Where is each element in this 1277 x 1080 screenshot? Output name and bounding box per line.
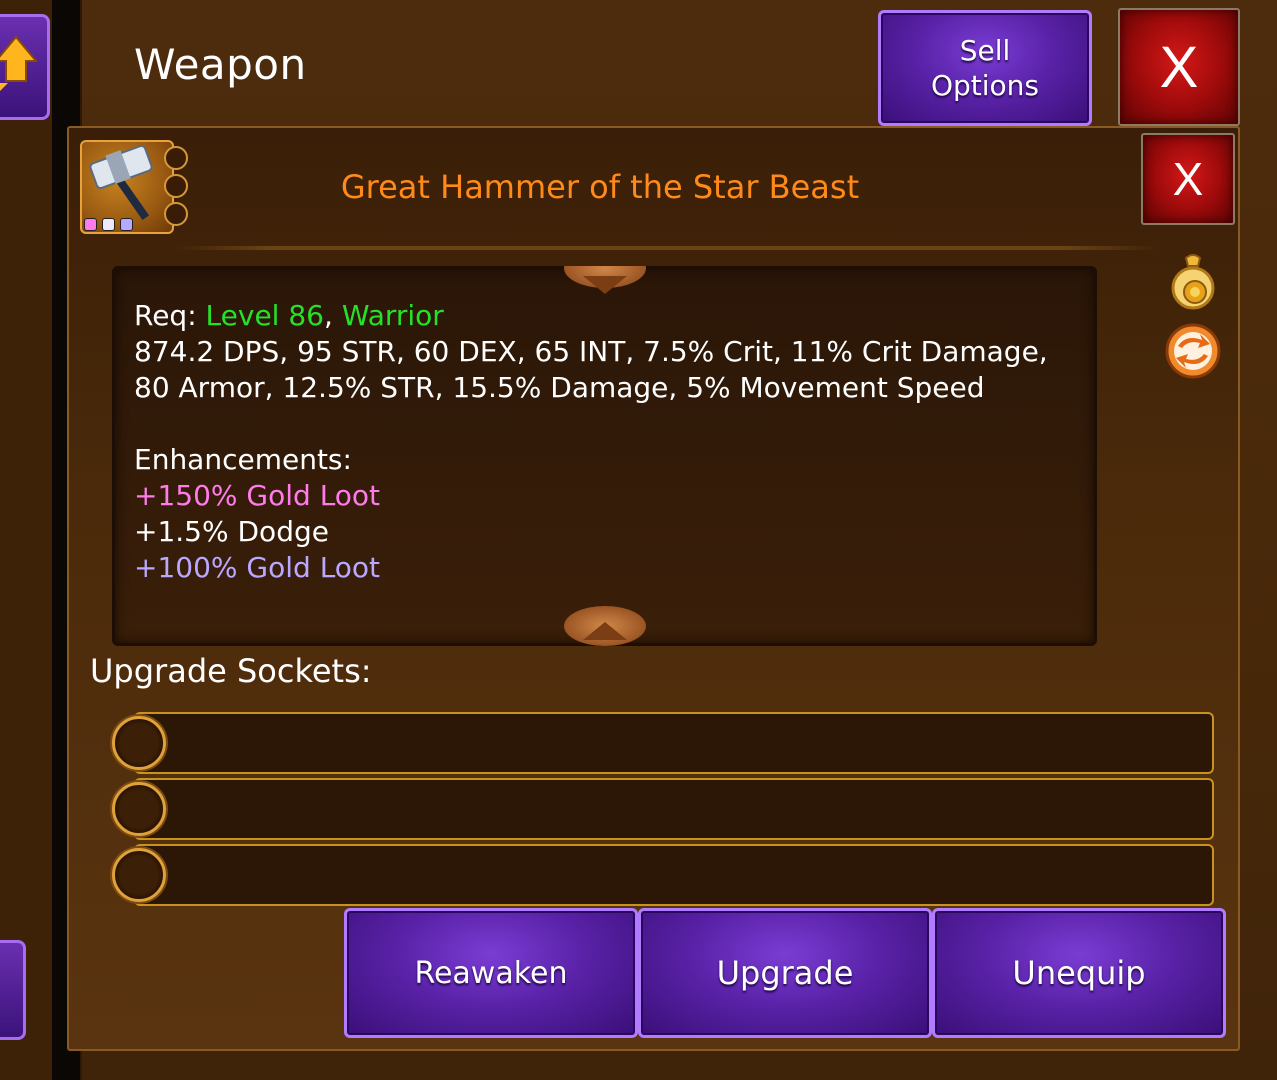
item-stats-text: Req: Level 86, Warrior 874.2 DPS, 95 STR… [134, 298, 1084, 586]
gem-white [102, 218, 115, 231]
req-label: Req: [134, 299, 197, 332]
req-level: Level 86 [205, 299, 324, 332]
socket-slot-1[interactable] [134, 712, 1214, 774]
sidebar-bottom-button[interactable] [0, 940, 26, 1040]
sell-options-button[interactable]: Sell Options [878, 10, 1092, 126]
item-name: Great Hammer of the Star Beast [340, 168, 860, 206]
gold-bag-icon[interactable] [1168, 252, 1218, 312]
upgrade-sockets-title: Upgrade Sockets: [90, 652, 372, 690]
req-sep: , [324, 299, 333, 332]
up-arrow-icon [0, 35, 38, 91]
gem-lavender [120, 218, 133, 231]
swap-icon[interactable] [1164, 322, 1222, 380]
socket-slot-2[interactable] [134, 778, 1214, 840]
scroll-up-arrow-icon [583, 622, 627, 640]
socket-slot-3[interactable] [134, 844, 1214, 906]
enhancement-2: +1.5% Dodge [134, 515, 329, 548]
sell-options-label: Sell Options [930, 34, 1040, 102]
socket-icon-2 [112, 782, 166, 836]
enhancement-3: +100% Gold Loot [134, 551, 381, 584]
left-sidebar [0, 0, 52, 1080]
unequip-button[interactable]: Unequip [932, 908, 1226, 1038]
close-window-button[interactable]: X [1118, 8, 1240, 126]
socket-icon-1 [112, 716, 166, 770]
upgrade-button[interactable]: Upgrade [638, 908, 932, 1038]
socket-icon-3 [112, 848, 166, 902]
reawaken-button[interactable]: Reawaken [344, 908, 638, 1038]
enhancement-1: +150% Gold Loot [134, 479, 381, 512]
unequip-label: Unequip [1012, 954, 1146, 992]
gem-pink [84, 218, 97, 231]
close-icon: X [1172, 153, 1204, 205]
item-socket-3 [164, 202, 188, 226]
upgrade-label: Upgrade [716, 954, 854, 992]
header-separator [175, 246, 1160, 250]
close-icon: X [1159, 34, 1199, 100]
item-socket-1 [164, 146, 188, 170]
hammer-icon [89, 144, 153, 220]
item-socket-2 [164, 174, 188, 198]
req-class: Warrior [341, 299, 444, 332]
close-item-button[interactable]: X [1141, 133, 1235, 225]
sidebar-up-button[interactable] [0, 14, 50, 120]
enhancements-title: Enhancements: [134, 443, 352, 476]
stats-line: 874.2 DPS, 95 STR, 60 DEX, 65 INT, 7.5% … [134, 335, 1048, 404]
page-title: Weapon [134, 40, 307, 89]
scroll-down-arrow-icon [583, 276, 627, 294]
reawaken-label: Reawaken [414, 955, 568, 991]
requirements-line: Req: Level 86, Warrior [134, 298, 1084, 334]
